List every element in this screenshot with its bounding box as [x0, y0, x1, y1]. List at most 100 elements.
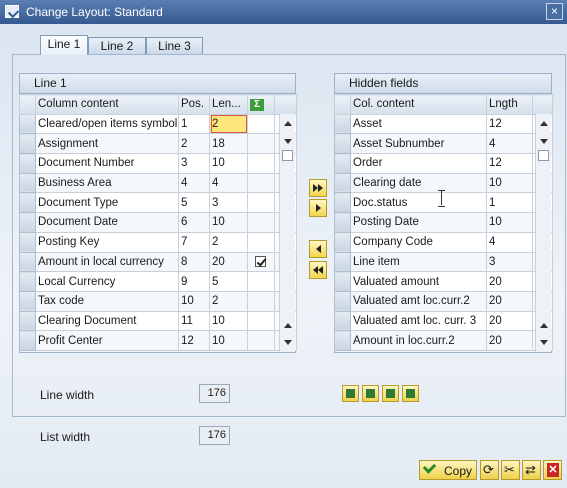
align-bottom-button[interactable] [342, 385, 359, 402]
move-all-left-button[interactable] [309, 261, 327, 279]
position-cell[interactable]: 8 [178, 251, 210, 273]
total-cell[interactable] [247, 172, 275, 194]
table-row[interactable]: Clearing Document 11 10 [19, 310, 297, 332]
position-cell[interactable]: 6 [178, 212, 210, 233]
length-cell[interactable]: 3 [209, 192, 248, 214]
total-cell[interactable] [247, 231, 275, 253]
cut-button[interactable]: ✂ [501, 460, 520, 480]
row-selector[interactable] [334, 330, 351, 351]
table-row[interactable]: Business Area 4 4 [19, 172, 297, 194]
total-cell[interactable] [247, 330, 275, 351]
scroll-down-icon[interactable] [284, 340, 292, 345]
find-button[interactable] [382, 385, 399, 402]
column-header-length[interactable]: Lngth [486, 94, 533, 115]
table-row[interactable]: Document Type 5 3 [19, 192, 297, 214]
line-1-scrollbar[interactable] [279, 114, 295, 352]
table-row[interactable]: Order 12 [334, 153, 553, 174]
row-selector[interactable] [334, 271, 351, 292]
row-selector[interactable] [334, 172, 351, 194]
table-row[interactable]: Document Date 6 10 [19, 212, 297, 233]
total-cell[interactable] [247, 290, 275, 312]
filter-button[interactable] [362, 385, 379, 402]
table-row[interactable]: Line item 3 [334, 251, 553, 273]
row-selector[interactable] [334, 310, 351, 332]
table-row[interactable]: Document Number 3 10 [19, 153, 297, 174]
total-cell[interactable] [247, 153, 275, 174]
position-cell[interactable]: 9 [178, 271, 210, 292]
column-header-len[interactable]: Len... [209, 94, 248, 115]
scroll-up-icon[interactable] [284, 121, 292, 126]
row-selector[interactable] [19, 192, 36, 214]
scroll-up-icon[interactable] [540, 323, 548, 328]
copy-button[interactable]: Copy [419, 460, 477, 480]
column-header-content[interactable]: Col. content [350, 94, 487, 115]
length-cell[interactable]: 2 [209, 290, 248, 312]
position-cell[interactable]: 11 [178, 310, 210, 332]
table-row[interactable]: Posting Key 7 2 [19, 231, 297, 253]
position-cell[interactable]: 12 [178, 330, 210, 351]
total-checkbox[interactable] [255, 256, 266, 268]
row-selector[interactable] [19, 271, 36, 292]
scroll-thumb[interactable] [282, 150, 293, 161]
move-left-button[interactable] [309, 240, 327, 258]
table-row[interactable]: Cleared/open items symbol 1 2 [19, 113, 297, 135]
position-cell[interactable]: 1 [178, 113, 210, 135]
length-cell[interactable]: 2 [209, 113, 248, 135]
total-cell[interactable] [247, 212, 275, 233]
length-cell[interactable]: 10 [209, 310, 248, 332]
table-row[interactable]: Profit Center 12 10 [19, 330, 297, 351]
length-cell[interactable]: 2 [209, 231, 248, 253]
position-cell[interactable]: 7 [178, 231, 210, 253]
total-cell[interactable] [247, 192, 275, 214]
scroll-down-icon[interactable] [540, 340, 548, 345]
column-header-pos[interactable]: Pos. [178, 94, 210, 115]
scroll-down-icon[interactable] [284, 139, 292, 144]
tab-line-3[interactable]: Line 3 [146, 37, 203, 55]
row-selector[interactable] [19, 113, 36, 135]
move-right-button[interactable] [309, 199, 327, 217]
position-cell[interactable]: 10 [178, 290, 210, 312]
position-cell[interactable]: 5 [178, 192, 210, 214]
table-row[interactable]: Amount in local currency 8 20 [19, 251, 297, 273]
refresh-button[interactable]: ⟳ [480, 460, 499, 480]
row-selector[interactable] [334, 231, 351, 253]
row-selector[interactable] [19, 310, 36, 332]
transfer-button[interactable]: ⇄ [522, 460, 541, 480]
row-selector[interactable] [19, 212, 36, 233]
row-selector[interactable] [334, 212, 351, 233]
table-row[interactable]: Local Currency 9 5 [19, 271, 297, 292]
row-selector[interactable] [334, 133, 351, 155]
scroll-up-icon[interactable] [284, 323, 292, 328]
total-cell[interactable] [247, 251, 275, 273]
row-selector[interactable] [334, 153, 351, 174]
total-cell[interactable] [247, 310, 275, 332]
column-header-total[interactable]: Σ [247, 94, 275, 115]
scroll-thumb[interactable] [538, 150, 549, 161]
table-row[interactable]: Asset 12 [334, 113, 553, 135]
row-selector-header[interactable] [334, 94, 351, 115]
length-cell[interactable]: 5 [209, 271, 248, 292]
position-cell[interactable]: 3 [178, 153, 210, 174]
find-next-button[interactable] [402, 385, 419, 402]
row-selector[interactable] [19, 290, 36, 312]
table-row[interactable]: Assignment 2 18 [19, 133, 297, 155]
length-cell[interactable]: 4 [209, 172, 248, 194]
length-cell[interactable]: 10 [209, 153, 248, 174]
row-selector[interactable] [19, 133, 36, 155]
table-row[interactable]: Posting Date 10 [334, 212, 553, 233]
column-header-content[interactable]: Column content [35, 94, 179, 115]
hidden-fields-scrollbar[interactable] [535, 114, 551, 352]
row-selector[interactable] [334, 113, 351, 135]
table-row[interactable]: Valuated amt loc. curr. 3 20 [334, 310, 553, 332]
move-all-right-button[interactable] [309, 179, 327, 197]
cancel-button[interactable]: ✕ [543, 460, 562, 480]
total-cell[interactable] [247, 271, 275, 292]
table-row[interactable]: Valuated amount 20 [334, 271, 553, 292]
length-cell[interactable]: 18 [209, 133, 248, 155]
position-cell[interactable]: 4 [178, 172, 210, 194]
row-selector[interactable] [19, 330, 36, 351]
row-selector[interactable] [334, 251, 351, 273]
row-selector[interactable] [19, 153, 36, 174]
row-selector[interactable] [19, 251, 36, 273]
table-row[interactable]: Amount in loc.curr.2 20 [334, 330, 553, 351]
